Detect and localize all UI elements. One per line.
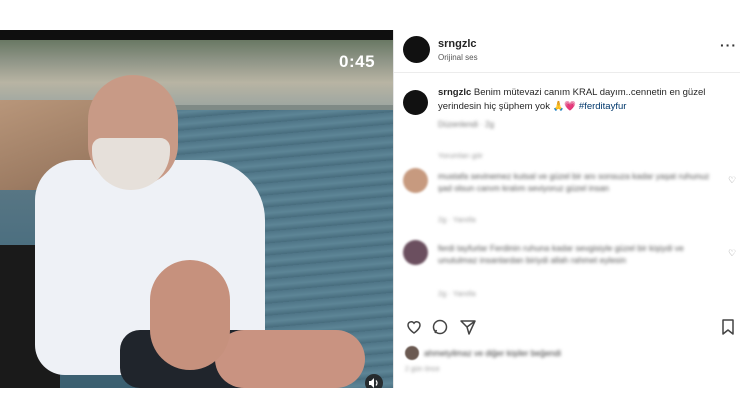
comment-like-icon[interactable]: ♡ — [728, 248, 736, 259]
heart-icon[interactable] — [405, 318, 423, 336]
comment-meta[interactable]: 2g · Yanıtla — [438, 288, 476, 300]
caption-text: Benim mütevazi canım KRAL dayım..cenneti… — [438, 87, 706, 112]
author-avatar[interactable] — [403, 36, 430, 63]
caption-avatar[interactable] — [403, 90, 428, 115]
comment-meta[interactable]: 2g · Yanıtla — [438, 214, 476, 226]
comment-text: mustafa sevinemez kutsal ve güzel bir an… — [438, 171, 710, 193]
author-username[interactable]: srngzlc — [438, 38, 477, 50]
caption-hashtag[interactable]: #ferditayfur — [579, 101, 627, 112]
header-separator — [394, 72, 740, 73]
caption-username[interactable]: srngzlc — [438, 87, 471, 98]
comment-avatar[interactable] — [403, 168, 428, 193]
more-options-icon[interactable]: ··· — [720, 37, 737, 53]
comments-section-label[interactable]: Yorumları gör — [438, 150, 483, 162]
comment-text: ferdi tayfurlar Ferdinin ruhuna kadar se… — [438, 243, 684, 265]
comment-icon[interactable] — [431, 318, 449, 336]
comment-avatar[interactable] — [403, 240, 428, 265]
likes-avatar[interactable] — [405, 346, 419, 360]
video-background-shore — [0, 30, 393, 105]
caption-meta: Düzenlendi · 2g — [438, 120, 495, 129]
video-person-leg — [215, 330, 365, 388]
video-player[interactable] — [0, 30, 393, 388]
likes-text[interactable]: ahmetyilmaz ve diğer kişiler beğendi — [424, 347, 561, 359]
bookmark-icon[interactable] — [720, 318, 736, 336]
page-bottom — [0, 388, 740, 420]
panel-divider — [393, 30, 394, 388]
audio-label[interactable]: Orijinal ses — [438, 53, 478, 62]
share-icon[interactable] — [459, 318, 477, 336]
video-duration: 0:45 — [339, 52, 376, 71]
video-top-bar — [0, 30, 393, 40]
post-caption: srngzlc Benim mütevazi canım KRAL dayım.… — [438, 86, 728, 132]
post-time: 2 gün önce — [405, 366, 440, 373]
video-person-arm — [150, 260, 230, 370]
comment-like-icon[interactable]: ♡ — [728, 175, 736, 186]
